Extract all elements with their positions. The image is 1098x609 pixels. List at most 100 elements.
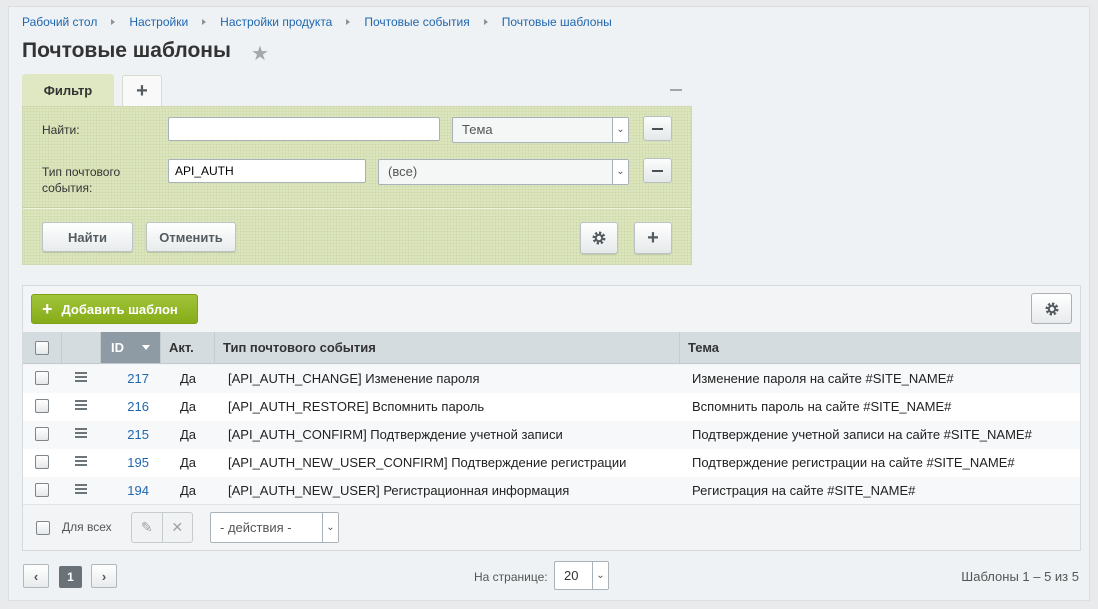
filter-divider [23, 207, 691, 208]
chevron-down-icon: ⌄ [322, 513, 338, 542]
header-select-cell [23, 332, 62, 363]
prev-page-button[interactable]: ‹ [23, 564, 49, 588]
row-id[interactable]: 194 [119, 477, 149, 505]
cancel-button[interactable]: Отменить [146, 222, 236, 252]
row-checkbox[interactable] [35, 427, 49, 441]
plus-icon: + [42, 299, 53, 319]
actions-select[interactable]: - действия - ⌄ [210, 512, 339, 543]
minus-icon [652, 127, 663, 130]
row-subject: Подтверждение регистрации на сайте #SITE… [692, 455, 1015, 470]
next-page-button[interactable]: › [91, 564, 117, 588]
row-menu-icon[interactable] [75, 484, 87, 494]
table-row[interactable]: 216 Да [API_AUTH_RESTORE] Вспомнить паро… [23, 393, 1080, 421]
breadcrumb-mail-events[interactable]: Почтовые события [364, 15, 469, 29]
actions-select-value: - действия - [220, 520, 292, 535]
breadcrumb-mail-templates[interactable]: Почтовые шаблоны [502, 15, 612, 29]
event-type-label-line2: события: [42, 181, 93, 195]
gear-icon [1045, 302, 1058, 315]
admin-frame: Рабочий стол Настройки Настройки продукт… [8, 6, 1090, 601]
gear-icon [592, 231, 606, 245]
current-page[interactable]: 1 [59, 566, 82, 588]
row-subject: Регистрация на сайте #SITE_NAME# [692, 483, 916, 498]
row-event-type: [API_AUTH_NEW_USER] Регистрационная инфо… [228, 483, 570, 498]
breadcrumb: Рабочий стол Настройки Настройки продукт… [22, 14, 612, 30]
row-id[interactable]: 216 [119, 393, 149, 421]
event-type-select[interactable]: (все) ⌄ [378, 159, 629, 185]
per-page-select[interactable]: 20 ⌄ [554, 561, 609, 590]
edit-pencil-icon[interactable]: ✎ [132, 513, 162, 542]
add-template-button[interactable]: + Добавить шаблон [31, 294, 198, 324]
row-event-type: [API_AUTH_CONFIRM] Подтверждение учетной… [228, 427, 563, 442]
for-all-checkbox[interactable] [36, 521, 50, 535]
collapse-filter-icon[interactable] [670, 89, 682, 91]
column-header-event-type[interactable]: Тип почтового события [215, 332, 680, 363]
table-row[interactable]: 215 Да [API_AUTH_CONFIRM] Подтверждение … [23, 421, 1080, 449]
row-menu-icon[interactable] [75, 456, 87, 466]
chevron-left-icon: ‹ [33, 568, 39, 584]
breadcrumb-separator-icon [346, 19, 351, 25]
per-page-value: 20 [564, 568, 579, 583]
breadcrumb-separator-icon [202, 19, 207, 25]
find-input[interactable] [168, 117, 440, 141]
minus-icon [652, 169, 663, 172]
templates-grid: + Добавить шаблон ID Акт. Тип почтового … [22, 285, 1081, 551]
row-subject: Изменение пароля на сайте #SITE_NAME# [692, 371, 954, 386]
row-checkbox[interactable] [35, 455, 49, 469]
add-filter-tab-plus-icon[interactable]: + [122, 75, 162, 106]
event-type-select-value: (все) [388, 164, 418, 179]
column-header-id-label: ID [111, 340, 124, 355]
grid-settings-button[interactable] [1031, 293, 1072, 324]
column-header-active[interactable]: Акт. [161, 332, 215, 363]
add-template-label: Добавить шаблон [61, 301, 178, 317]
select-all-checkbox[interactable] [35, 341, 49, 355]
chevron-right-icon: › [101, 568, 107, 584]
chevron-down-icon: ⌄ [592, 562, 608, 589]
event-type-label: Тип почтового события: [42, 164, 120, 196]
remove-event-type-field-button[interactable] [643, 158, 672, 183]
row-actions-group: ✎ ✕ [131, 512, 193, 543]
row-active: Да [180, 427, 197, 442]
remove-find-field-button[interactable] [643, 116, 672, 141]
row-active: Да [180, 455, 197, 470]
table-row[interactable]: 217 Да [API_AUTH_CHANGE] Изменение парол… [23, 365, 1080, 393]
pager-summary: Шаблоны 1 – 5 из 5 [961, 569, 1079, 584]
event-type-input[interactable] [168, 159, 366, 183]
table-row[interactable]: 195 Да [API_AUTH_NEW_USER_CONFIRM] Подтв… [23, 449, 1080, 477]
row-menu-icon[interactable] [75, 372, 87, 382]
find-button[interactable]: Найти [42, 222, 133, 252]
tab-filter[interactable]: Фильтр [22, 74, 114, 106]
column-header-id[interactable]: ID [101, 332, 161, 363]
row-subject: Подтверждение учетной записи на сайте #S… [692, 427, 1032, 442]
add-filter-field-button[interactable]: + [634, 222, 672, 254]
row-active: Да [180, 399, 197, 414]
row-checkbox[interactable] [35, 371, 49, 385]
delete-x-icon[interactable]: ✕ [161, 513, 193, 542]
page-title: Почтовые шаблоны [22, 39, 231, 62]
row-event-type: [API_AUTH_NEW_USER_CONFIRM] Подтверждени… [228, 455, 627, 470]
filter-settings-button[interactable] [580, 222, 618, 254]
column-header-subject[interactable]: Тема [680, 332, 1080, 363]
row-active: Да [180, 371, 197, 386]
row-menu-icon[interactable] [75, 400, 87, 410]
row-id[interactable]: 217 [119, 365, 149, 393]
table-header: ID Акт. Тип почтового события Тема [23, 332, 1080, 364]
row-subject: Вспомнить пароль на сайте #SITE_NAME# [692, 399, 952, 414]
row-menu-icon[interactable] [75, 428, 87, 438]
breadcrumb-settings[interactable]: Настройки [129, 15, 188, 29]
row-id[interactable]: 215 [119, 421, 149, 449]
find-label: Найти: [42, 123, 80, 137]
row-checkbox[interactable] [35, 399, 49, 413]
favorite-star-icon[interactable]: ★ [251, 41, 269, 66]
find-scope-value: Тема [462, 122, 493, 137]
breadcrumb-product-settings[interactable]: Настройки продукта [220, 15, 332, 29]
row-event-type: [API_AUTH_CHANGE] Изменение пароля [228, 371, 480, 386]
row-checkbox[interactable] [35, 483, 49, 497]
row-id[interactable]: 195 [119, 449, 149, 477]
for-all-label: Для всех [62, 520, 112, 534]
breadcrumb-desktop[interactable]: Рабочий стол [22, 15, 97, 29]
find-scope-select[interactable]: Тема ⌄ [452, 117, 629, 143]
chevron-down-icon: ⌄ [612, 118, 628, 142]
table-row[interactable]: 194 Да [API_AUTH_NEW_USER] Регистрационн… [23, 477, 1080, 505]
grid-footer: Для всех ✎ ✕ - действия - ⌄ [23, 504, 1080, 550]
plus-icon: + [647, 226, 659, 249]
